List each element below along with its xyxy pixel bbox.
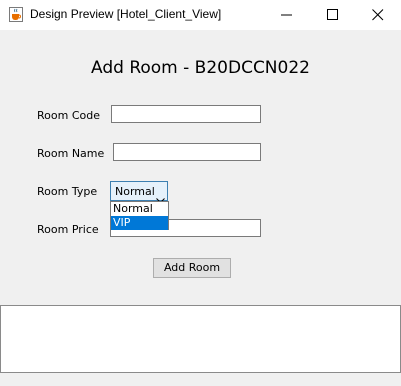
form-heading: Add Room - B20DCCN022 [91, 58, 310, 78]
app-window: Design Preview [Hotel_Client_View] Add R… [0, 0, 401, 386]
window-title: Design Preview [Hotel_Client_View] [30, 7, 222, 21]
minimize-button[interactable] [264, 0, 310, 30]
minimize-icon [281, 14, 292, 16]
maximize-icon [327, 9, 338, 20]
room-code-label: Room Code [37, 109, 100, 122]
room-name-input[interactable] [113, 143, 261, 161]
room-type-select[interactable]: Normal [110, 181, 168, 204]
title-bar[interactable]: Design Preview [Hotel_Client_View] [0, 0, 401, 30]
room-type-dropdown-list: Normal VIP [110, 201, 169, 230]
maximize-button[interactable] [310, 0, 356, 30]
room-name-label: Room Name [37, 147, 105, 160]
dropdown-option-vip[interactable]: VIP [111, 216, 168, 230]
java-cup-icon [9, 7, 23, 22]
add-room-button[interactable]: Add Room [153, 258, 231, 278]
close-button[interactable] [355, 0, 401, 30]
output-text-area[interactable] [0, 305, 401, 373]
dropdown-option-normal[interactable]: Normal [111, 202, 168, 216]
room-type-label: Room Type [37, 185, 98, 198]
close-icon [372, 9, 384, 21]
room-type-selected-value: Normal [115, 185, 155, 198]
room-price-label: Room Price [37, 223, 99, 236]
room-code-input[interactable] [111, 105, 261, 123]
